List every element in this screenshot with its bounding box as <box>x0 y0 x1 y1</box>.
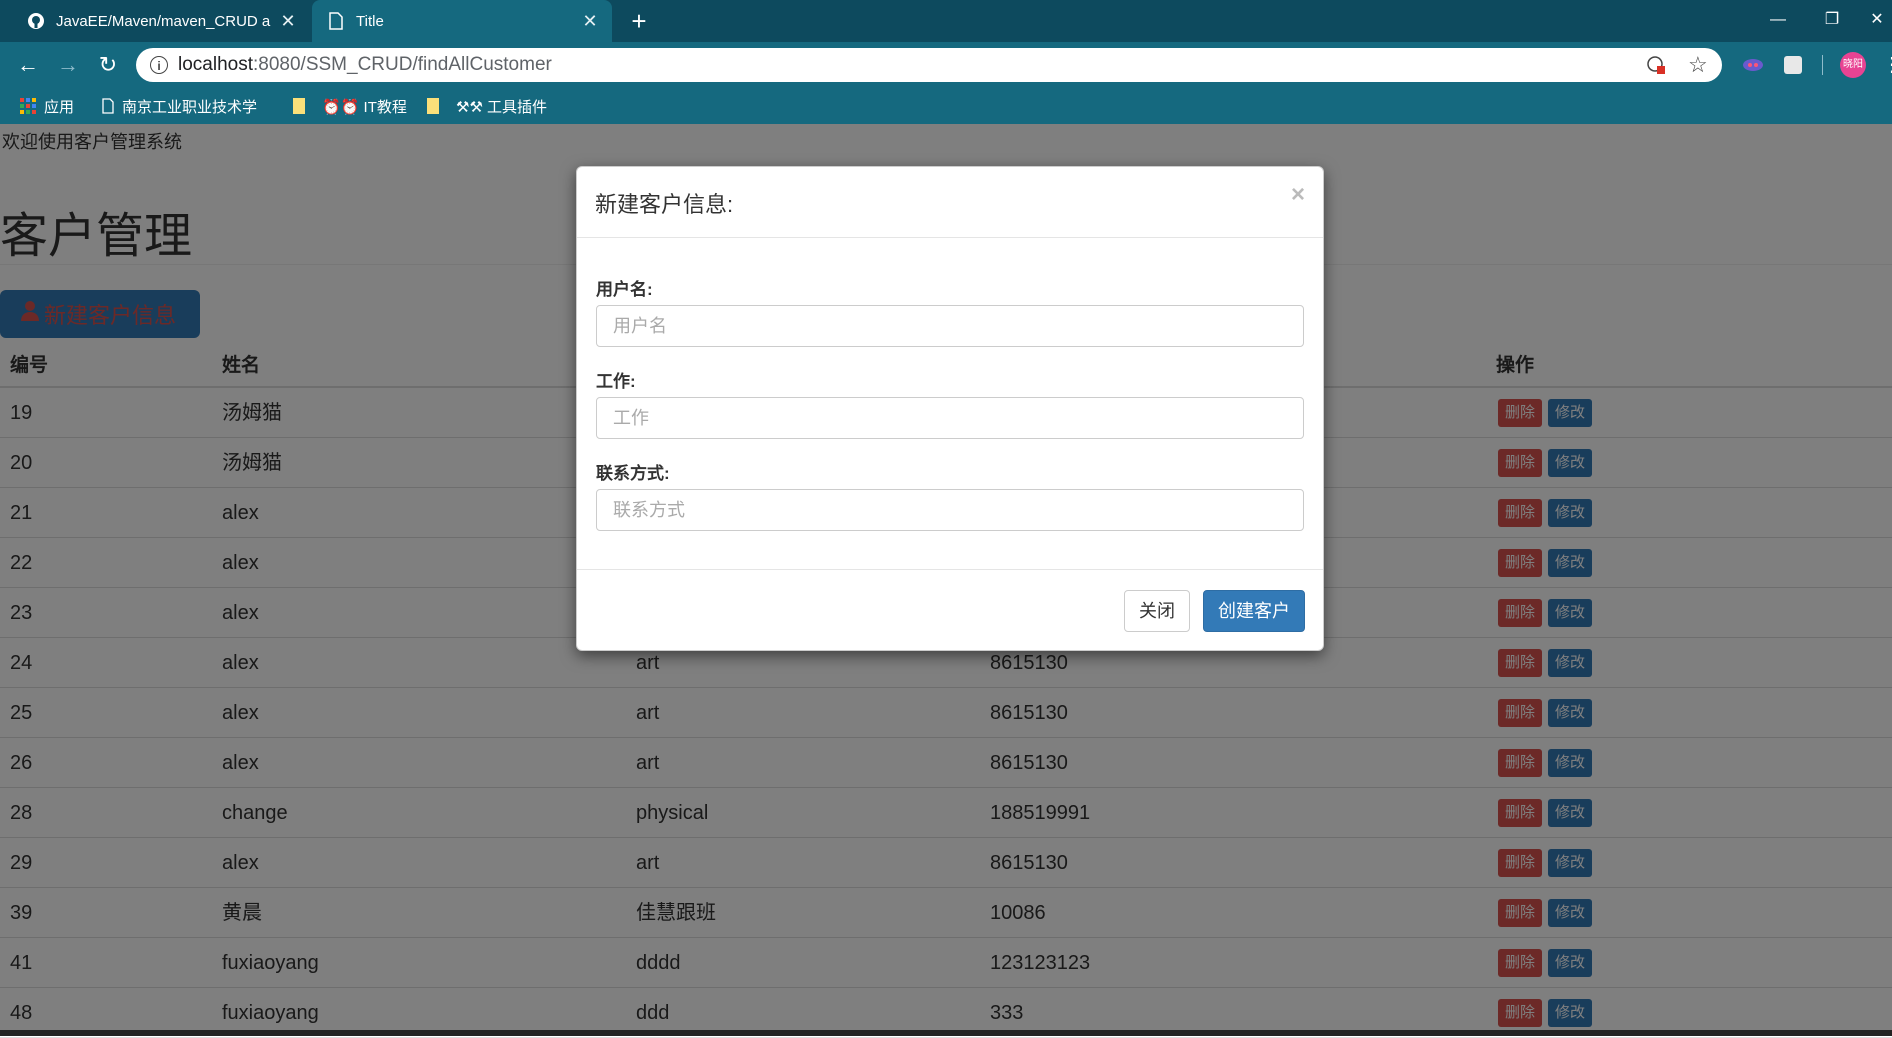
username-input[interactable] <box>596 305 1304 347</box>
extension-icon[interactable] <box>1784 56 1802 74</box>
contact-label: 联系方式: <box>596 464 670 483</box>
forward-arrow-icon[interactable]: → <box>52 49 84 81</box>
modal-header-divider <box>577 237 1323 238</box>
menu-kebab-icon[interactable]: ⋮ <box>1882 52 1892 77</box>
bookmark-label: ⏰⏰ IT教程 <box>322 98 407 116</box>
job-input[interactable] <box>596 397 1304 439</box>
star-icon[interactable]: ☆ <box>1688 52 1708 78</box>
info-icon[interactable]: i <box>150 56 168 74</box>
extension-icon[interactable] <box>1742 56 1764 74</box>
bookmark-it-tutorials[interactable]: ⏰⏰ IT教程 <box>322 94 407 118</box>
translate-icon[interactable] <box>1646 55 1666 75</box>
back-arrow-icon[interactable]: ← <box>12 49 44 81</box>
bookmark-apps[interactable]: 应用 <box>20 94 74 118</box>
username-label: 用户名: <box>596 280 653 299</box>
window-close-icon[interactable]: ✕ <box>1862 6 1892 34</box>
new-customer-modal: 新建客户信息: × 用户名: 工作: 联系方式: 关闭 创建客户 <box>576 166 1324 651</box>
bookmarks-bar <box>0 88 1892 124</box>
bookmark-tools[interactable]: ⚒⚒ 工具插件 <box>456 94 547 118</box>
contact-input[interactable] <box>596 489 1304 531</box>
tab-title-page[interactable]: Title ✕ <box>312 0 612 42</box>
toolbar-divider <box>1822 55 1823 75</box>
github-icon <box>26 11 46 31</box>
apps-grid-icon <box>20 98 36 114</box>
bookmark-label: 南京工业职业技术学 <box>122 98 258 116</box>
close-button[interactable]: 关闭 <box>1124 590 1190 632</box>
bookmark-folder[interactable] <box>292 94 314 118</box>
close-icon[interactable]: ✕ <box>276 11 300 32</box>
profile-avatar[interactable]: 晓阳 <box>1840 52 1866 78</box>
restore-icon[interactable]: ❐ <box>1812 6 1852 34</box>
tab-title: JavaEE/Maven/maven_CRUD a <box>56 12 271 30</box>
modal-title: 新建客户信息: <box>595 192 734 217</box>
bookmark-njit[interactable]: 南京工业职业技术学 <box>102 94 257 118</box>
url-host: localhost <box>178 54 253 75</box>
new-tab-plus-icon[interactable]: + <box>624 6 654 36</box>
taskbar-edge <box>0 1030 1892 1036</box>
job-label: 工作: <box>596 372 636 391</box>
reload-icon[interactable]: ↻ <box>92 49 124 81</box>
document-icon <box>102 98 114 114</box>
document-icon <box>326 11 346 31</box>
close-icon[interactable]: ✕ <box>578 11 602 32</box>
modal-footer-divider <box>577 569 1323 570</box>
folder-icon <box>292 97 306 115</box>
url-text[interactable]: localhost:8080/SSM_CRUD/findAllCustomer <box>178 53 552 77</box>
tab-title: Title <box>356 12 384 30</box>
url-path: :8080/SSM_CRUD/findAllCustomer <box>253 54 552 75</box>
create-customer-button[interactable]: 创建客户 <box>1203 590 1305 632</box>
tab-github[interactable]: JavaEE/Maven/maven_CRUD a ✕ <box>12 0 310 42</box>
minimize-icon[interactable]: — <box>1758 6 1798 34</box>
profile-initials: 晓阳 <box>1843 59 1863 70</box>
folder-icon <box>426 97 440 115</box>
bookmark-label: ⚒⚒ 工具插件 <box>456 98 548 116</box>
bookmark-label: 应用 <box>44 98 75 116</box>
close-icon[interactable]: × <box>1291 181 1305 209</box>
bookmark-folder[interactable] <box>426 94 448 118</box>
